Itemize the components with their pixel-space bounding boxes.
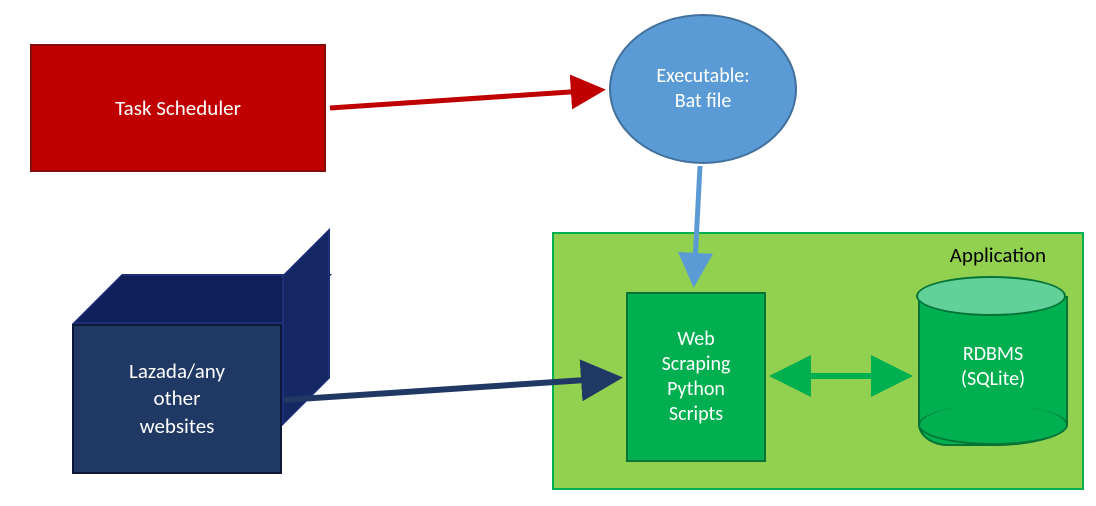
cube-side-face — [282, 228, 330, 426]
node-rdbms-label-line1: RDBMS — [963, 342, 1023, 366]
cylinder-top — [916, 276, 1066, 316]
node-rdbms: RDBMS (SQLite) — [918, 296, 1068, 446]
cube-front-face: Lazada/any other websites — [72, 324, 282, 474]
node-websites-label-line2: other — [154, 385, 201, 411]
node-scraping-label-line3: Python — [667, 377, 725, 402]
node-scraping: Web Scraping Python Scripts — [626, 292, 766, 462]
node-websites-label-line1: Lazada/any — [129, 358, 225, 384]
edge-taskscheduler-executable — [330, 90, 600, 108]
cylinder-bottom — [918, 405, 1068, 445]
node-executable-label-line2: Bat file — [675, 89, 732, 114]
node-rdbms-label: RDBMS (SQLite) — [918, 342, 1068, 392]
node-executable: Executable: Bat file — [609, 14, 797, 164]
group-application: Application Web Scraping Python Scripts … — [552, 232, 1084, 490]
node-websites-label-line3: websites — [140, 413, 215, 439]
node-scraping-label-line2: Scraping — [662, 352, 731, 377]
node-scraping-label-line1: Web — [677, 327, 715, 352]
diagram-canvas: Task Scheduler Executable: Bat file Laza… — [0, 0, 1096, 506]
group-application-title: Application — [950, 242, 1046, 268]
node-task-scheduler: Task Scheduler — [30, 44, 326, 172]
node-task-scheduler-label: Task Scheduler — [115, 95, 241, 121]
node-executable-label-line1: Executable: — [656, 64, 749, 89]
node-websites: Lazada/any other websites — [72, 274, 282, 474]
node-scraping-label-line4: Scripts — [669, 402, 723, 427]
node-rdbms-label-line2: (SQLite) — [961, 367, 1025, 391]
